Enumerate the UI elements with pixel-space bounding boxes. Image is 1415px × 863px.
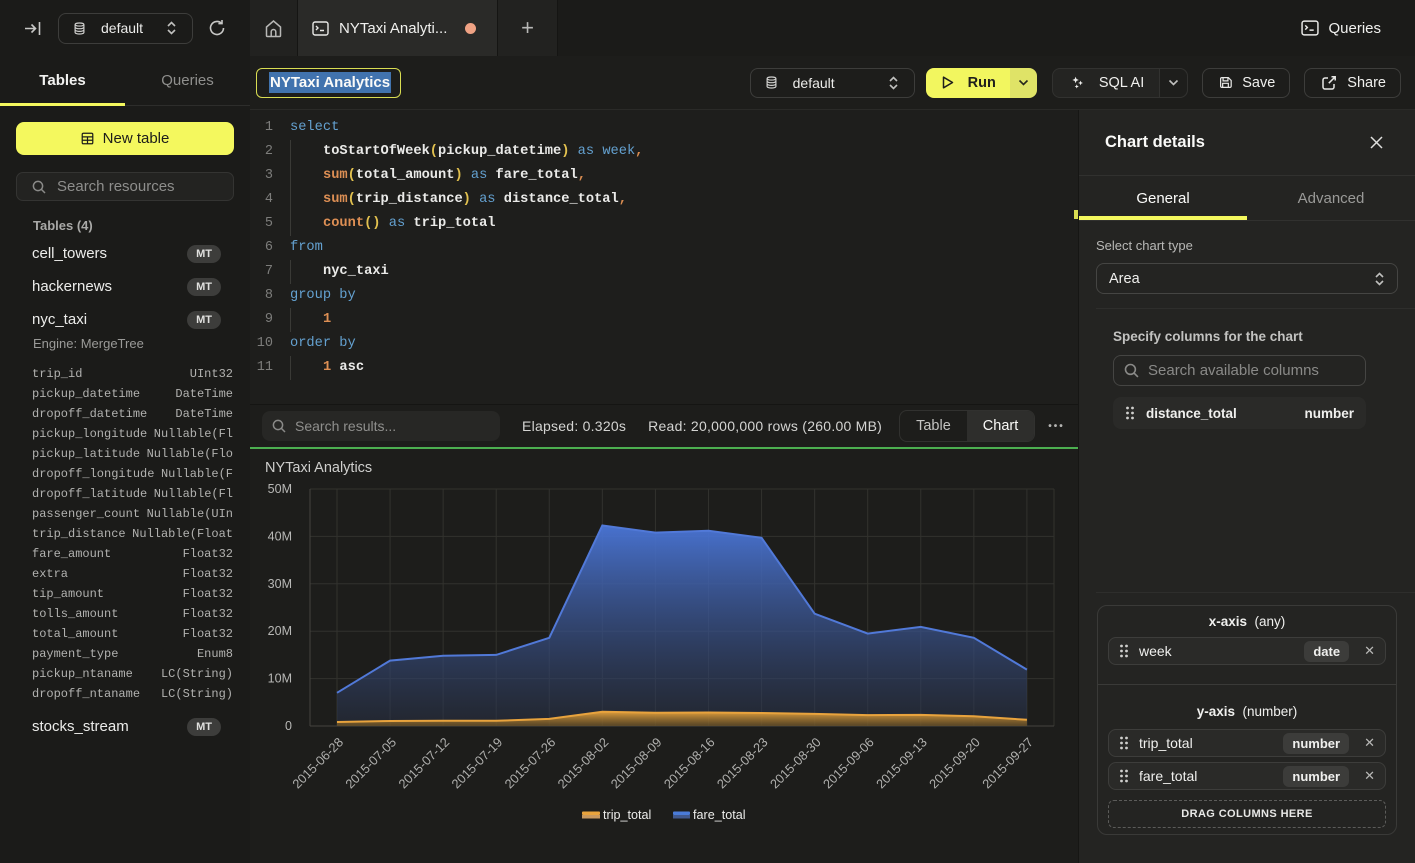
svg-text:2015-09-20: 2015-09-20: [926, 735, 983, 792]
svg-text:2015-08-16: 2015-08-16: [661, 735, 718, 792]
svg-text:fare_total: fare_total: [693, 808, 746, 822]
svg-text:trip_total: trip_total: [603, 808, 651, 822]
svg-text:2015-07-12: 2015-07-12: [395, 735, 452, 792]
svg-text:2015-07-05: 2015-07-05: [342, 735, 399, 792]
svg-text:2015-09-06: 2015-09-06: [820, 735, 877, 792]
svg-text:2015-09-27: 2015-09-27: [979, 735, 1036, 792]
svg-text:2015-09-13: 2015-09-13: [873, 735, 930, 792]
svg-text:2015-08-09: 2015-08-09: [608, 735, 665, 792]
svg-text:2015-06-28: 2015-06-28: [289, 735, 346, 792]
svg-text:50M: 50M: [268, 482, 292, 496]
svg-text:30M: 30M: [268, 577, 292, 591]
svg-text:40M: 40M: [268, 529, 292, 543]
svg-text:20M: 20M: [268, 624, 292, 638]
svg-text:2015-08-30: 2015-08-30: [767, 735, 824, 792]
svg-text:10M: 10M: [268, 672, 292, 686]
svg-text:2015-08-23: 2015-08-23: [714, 735, 771, 792]
svg-text:2015-07-26: 2015-07-26: [502, 735, 559, 792]
svg-text:2015-08-02: 2015-08-02: [555, 735, 612, 792]
svg-text:2015-07-19: 2015-07-19: [448, 735, 505, 792]
svg-text:0: 0: [285, 719, 292, 733]
